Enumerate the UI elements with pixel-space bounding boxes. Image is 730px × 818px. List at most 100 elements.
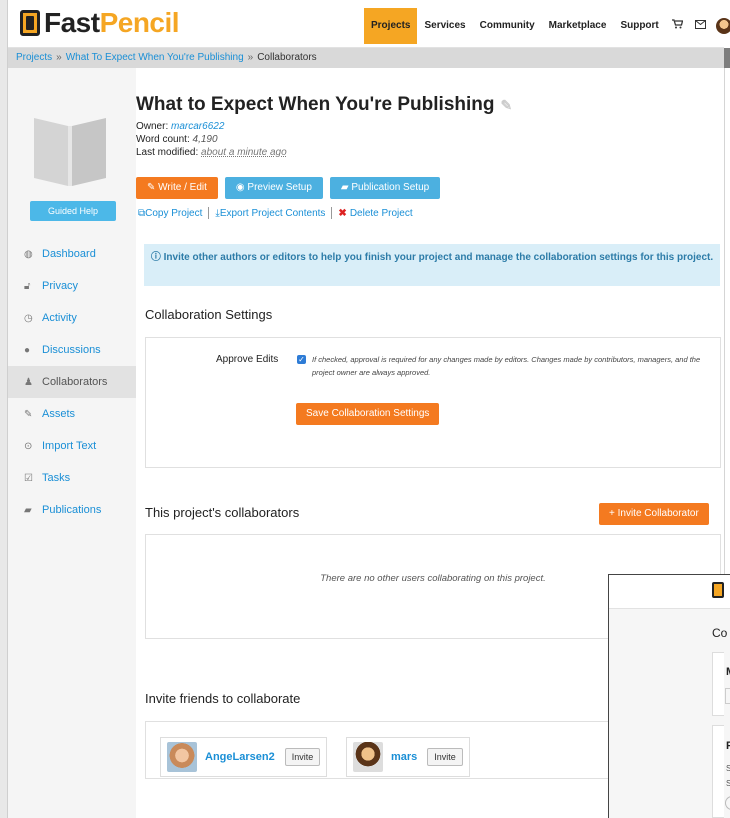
- overlay-card-letter: F: [726, 740, 730, 752]
- sidebar-item-privacy[interactable]: 🔓︎ Privacy: [8, 270, 136, 302]
- invite-collaborator-button[interactable]: + Invite Collaborator: [599, 503, 709, 525]
- breadcrumb-current: Collaborators: [257, 52, 317, 63]
- project-side-nav: ◍ Dashboard 🔓︎ Privacy ◷ Activity ● Discussi…: [8, 238, 136, 526]
- book-icon: ▰: [24, 504, 32, 516]
- logo-text-pencil: Pencil: [99, 7, 180, 38]
- overlay-line-letter: S: [726, 764, 730, 773]
- export-contents-link[interactable]: Export Project Contents: [220, 208, 326, 219]
- breadcrumb-project[interactable]: What To Expect When You're Publishing: [66, 52, 244, 63]
- collab-settings-heading: Collaboration Settings: [145, 307, 273, 322]
- friend-card: AngeLarsen2 Invite: [160, 737, 328, 777]
- sidebar-item-label: Collaborators: [42, 376, 108, 388]
- sidebar-item-label: Discussions: [42, 344, 101, 356]
- sidebar-item-import-text[interactable]: ⊙ Import Text: [8, 430, 136, 462]
- approve-edits-help: If checked, approval is required for any…: [312, 355, 701, 377]
- sidebar-item-dashboard[interactable]: ◍ Dashboard: [8, 238, 136, 270]
- breadcrumb-separator: »: [56, 52, 62, 63]
- left-sidebar: Guided Help ◍ Dashboard 🔓︎ Privacy ◷ Activi…: [8, 68, 136, 818]
- owner-label: Owner:: [136, 121, 169, 132]
- preview-setup-button[interactable]: ◉ Preview Setup: [224, 177, 323, 199]
- nav-support[interactable]: Support: [613, 8, 665, 44]
- friend-name[interactable]: mars: [391, 751, 417, 763]
- write-edit-button[interactable]: ✎ Write / Edit: [136, 177, 218, 199]
- pencil-icon: ✎: [147, 182, 159, 193]
- project-meta: Owner: marcar6622 Word count: 4,190 Last…: [136, 120, 287, 159]
- write-edit-label: Write / Edit: [158, 182, 207, 193]
- sidebar-item-label: Tasks: [42, 472, 71, 484]
- copy-icon: ⧉: [138, 207, 146, 219]
- top-navbar: Fast Pencil Projects Services Community M…: [8, 0, 730, 48]
- sidebar-item-label: Publications: [42, 504, 102, 516]
- project-actions: ✎ Write / Edit ◉ Preview Setup ▰ Publica…: [136, 177, 441, 199]
- overlay-card: [712, 652, 724, 716]
- alert-text: Invite other authors or editors to help …: [163, 252, 714, 263]
- delete-project-link[interactable]: Delete Project: [350, 208, 413, 219]
- nav-community[interactable]: Community: [473, 8, 542, 44]
- publication-setup-label: Publication Setup: [351, 182, 430, 193]
- fastpencil-logo[interactable]: Fast Pencil: [20, 6, 180, 40]
- page-title: What to Expect When You're Publishing ✎: [136, 94, 512, 116]
- sidebar-item-tasks[interactable]: ☑ Tasks: [8, 462, 136, 494]
- overlay-input-edge: [725, 688, 730, 704]
- modified-label: Last modified:: [136, 147, 199, 158]
- chat-icon: ●: [24, 344, 31, 356]
- sidebar-item-label: Dashboard: [42, 248, 96, 260]
- mail-icon[interactable]: [689, 8, 712, 44]
- window-left-edge: [0, 0, 8, 818]
- friend-invite-button[interactable]: Invite: [284, 748, 321, 766]
- friend-name[interactable]: AngeLarsen2: [205, 751, 275, 763]
- collab-settings-panel: Approve Edits ✓ If checked, approval is …: [145, 337, 721, 468]
- invite-friends-heading: Invite friends to collaborate: [145, 691, 301, 706]
- breadcrumb-separator: »: [247, 52, 254, 63]
- save-collab-settings-button[interactable]: Save Collaboration Settings: [296, 403, 440, 425]
- edit-title-icon[interactable]: ✎: [501, 97, 513, 113]
- cart-icon[interactable]: [666, 8, 689, 44]
- avatar[interactable]: [715, 18, 730, 34]
- modified-value: about a minute ago: [201, 147, 287, 158]
- main-nav: Projects Services Community Marketplace …: [364, 8, 730, 44]
- upload-icon: ⊙: [24, 440, 33, 452]
- overlay-card: [712, 725, 724, 818]
- sidebar-item-assets[interactable]: ✎ Assets: [8, 398, 136, 430]
- project-links: ⧉ Copy Project ⤓ Export Project Contents…: [138, 207, 413, 219]
- sidebar-item-collaborators[interactable]: ♟ Collaborators: [8, 366, 136, 398]
- sidebar-item-discussions[interactable]: ● Discussions: [8, 334, 136, 366]
- sidebar-item-label: Import Text: [42, 440, 97, 452]
- nav-services[interactable]: Services: [417, 8, 472, 44]
- friend-avatar[interactable]: [353, 742, 383, 772]
- overlay-line-letter: S: [726, 779, 730, 788]
- clock-icon: ◷: [24, 312, 33, 324]
- friend-invite-button[interactable]: Invite: [427, 748, 463, 766]
- info-icon: ⓘ: [150, 252, 164, 263]
- sidebar-item-label: Privacy: [42, 280, 79, 292]
- sidebar-item-publications[interactable]: ▰ Publications: [8, 494, 136, 526]
- approve-edits-checkbox[interactable]: ✓: [297, 355, 306, 364]
- wordcount-label: Word count:: [136, 134, 190, 145]
- breadcrumb: Projects» What To Expect When You're Publ…: [8, 48, 730, 68]
- friend-card: mars Invite: [346, 737, 470, 777]
- person-icon: ♟: [24, 376, 33, 388]
- overlay-title: Co: [712, 626, 728, 640]
- logo-icon: [20, 10, 40, 36]
- divider: [208, 207, 210, 219]
- eye-icon: ◉: [235, 182, 248, 193]
- friend-avatar[interactable]: [167, 742, 197, 772]
- guided-help-button[interactable]: Guided Help: [30, 201, 116, 221]
- sidebar-item-activity[interactable]: ◷ Activity: [8, 302, 136, 334]
- nav-marketplace[interactable]: Marketplace: [542, 8, 614, 44]
- breadcrumb-endcap: [724, 48, 730, 68]
- lock-icon: 🔓︎: [24, 280, 31, 292]
- delete-icon: ✖: [338, 207, 347, 219]
- book-cover-icon: [34, 118, 106, 186]
- plus-icon: +: [609, 508, 618, 519]
- info-alert: ⓘ Invite other authors or editors to hel…: [144, 244, 720, 286]
- nav-projects[interactable]: Projects: [364, 8, 418, 44]
- publication-setup-button[interactable]: ▰ Publication Setup: [329, 177, 441, 199]
- preview-setup-label: Preview Setup: [247, 182, 312, 193]
- window-right-edge: [724, 68, 730, 574]
- sidebar-item-label: Activity: [42, 312, 77, 324]
- owner-link[interactable]: marcar6622: [171, 121, 224, 132]
- logo-text-fast: Fast: [44, 7, 100, 38]
- breadcrumb-projects[interactable]: Projects: [16, 52, 52, 63]
- copy-project-link[interactable]: Copy Project: [145, 208, 202, 219]
